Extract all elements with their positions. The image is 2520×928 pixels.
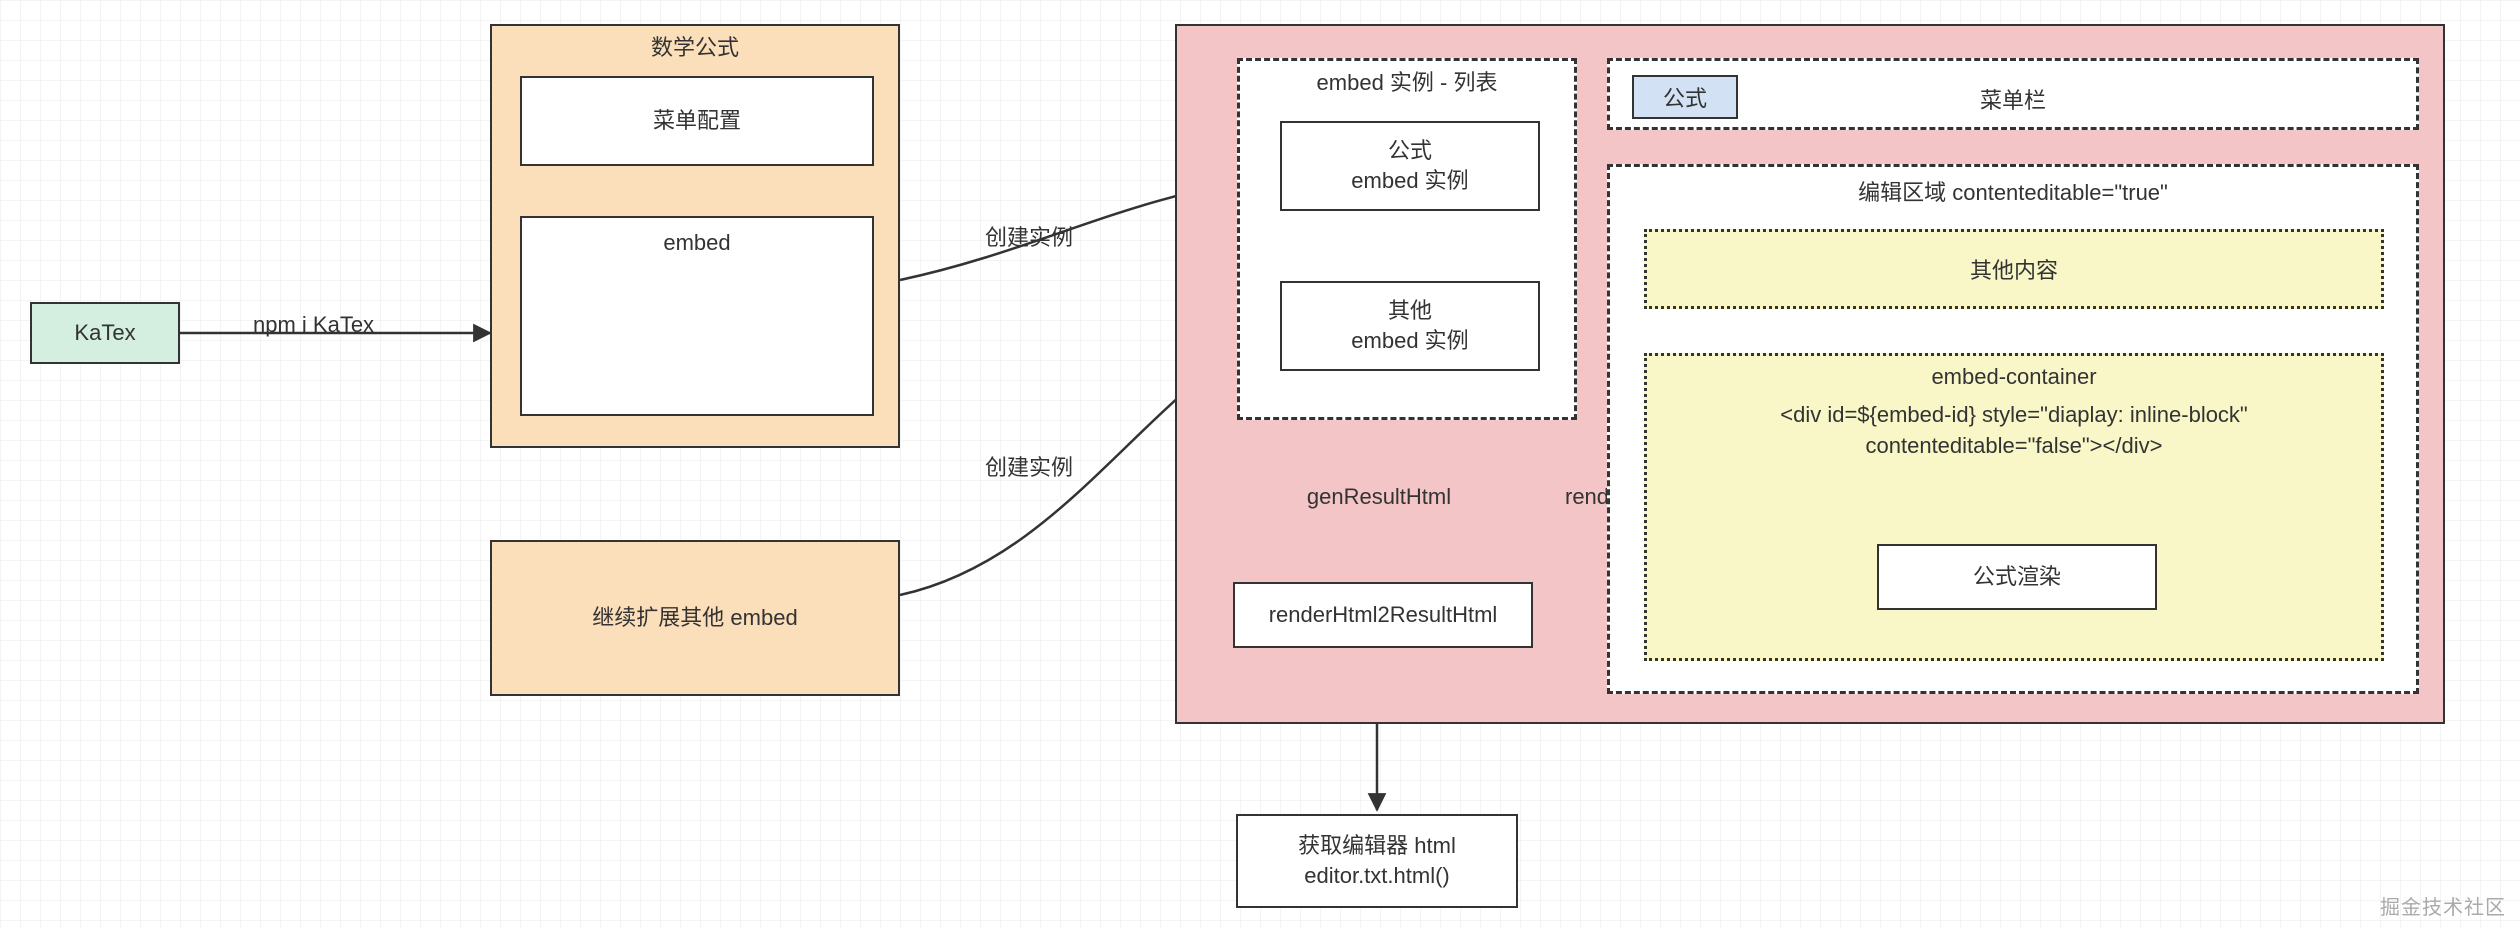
menu-config-label: 菜单配置	[653, 106, 741, 136]
math-formula-title: 数学公式	[492, 30, 898, 62]
math-formula-container: 数学公式 菜单配置 embed	[490, 24, 900, 448]
editor-area[interactable]: 编辑区域 contenteditable="true" 其他内容 embed-c…	[1607, 164, 2419, 694]
editor-output-node: 获取编辑器 html editor.txt.html()	[1236, 814, 1518, 908]
embed-label: embed	[663, 228, 730, 258]
create-instance-label-2: 创建实例	[985, 450, 1073, 482]
create-instance-label-1: 创建实例	[985, 220, 1073, 252]
embed-container-title: embed-container	[1647, 364, 2381, 390]
watermark: 掘金技术社区	[2380, 891, 2506, 920]
editor-runtime-container: embed 实例 - 列表 公式 embed 实例 其他 embed 实例 ge…	[1175, 24, 2445, 724]
npm-edge-label: npm i KaTex	[253, 312, 374, 338]
embed-container-code: <div id=${embed-id} style="diaplay: inli…	[1647, 400, 2381, 462]
embed-instance-list: embed 实例 - 列表 公式 embed 实例 其他 embed 实例	[1237, 58, 1577, 420]
embed-instance-list-title: embed 实例 - 列表	[1240, 65, 1574, 97]
editor-output-label: 获取编辑器 html editor.txt.html()	[1298, 831, 1456, 890]
render-html-2-result-html-label: renderHtml2ResultHtml	[1269, 600, 1498, 630]
other-embed-instance-label: 其他 embed 实例	[1351, 296, 1468, 355]
embed-container-region: embed-container <div id=${embed-id} styl…	[1644, 353, 2384, 661]
formula-embed-instance-label: 公式 embed 实例	[1351, 136, 1468, 195]
menubar-label: 菜单栏	[1610, 83, 2416, 115]
other-content-label: 其他内容	[1970, 253, 2058, 285]
menu-config-node: 菜单配置	[520, 76, 874, 166]
katex-node: KaTex	[30, 302, 180, 364]
embed-node: embed	[520, 216, 874, 416]
menubar-region: 公式 菜单栏	[1607, 58, 2419, 130]
other-content-region: 其他内容	[1644, 229, 2384, 309]
gen-result-html-label: genResultHtml	[1219, 484, 1539, 510]
editor-area-title: 编辑区域 contenteditable="true"	[1610, 175, 2416, 207]
other-embed-instance: 其他 embed 实例	[1280, 281, 1540, 371]
extend-embed-node: 继续扩展其他 embed	[490, 540, 900, 696]
formula-embed-instance: 公式 embed 实例	[1280, 121, 1540, 211]
formula-render-node: 公式渲染	[1877, 544, 2157, 610]
katex-label: KaTex	[74, 318, 135, 348]
extend-embed-label: 继续扩展其他 embed	[592, 603, 797, 633]
render-html-2-result-html-node: renderHtml2ResultHtml	[1233, 582, 1533, 648]
formula-render-label: 公式渲染	[1973, 562, 2061, 592]
